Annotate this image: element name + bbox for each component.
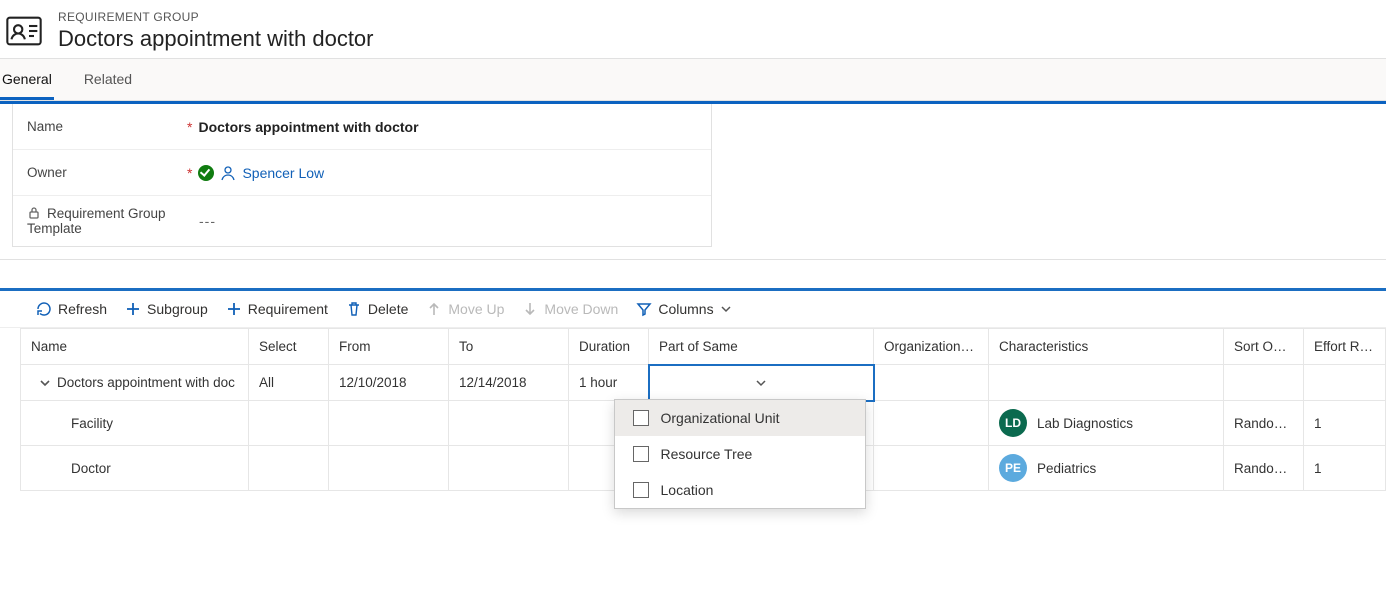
form-row-template: Requirement Group Template --- bbox=[13, 196, 711, 246]
delete-button[interactable]: Delete bbox=[346, 301, 408, 317]
col-header-select[interactable]: Select bbox=[249, 329, 329, 365]
cell-select[interactable]: All bbox=[249, 365, 329, 401]
cell-partsame[interactable] bbox=[649, 365, 874, 401]
arrow-up-icon bbox=[426, 301, 442, 317]
checkbox-icon bbox=[633, 482, 649, 498]
cell-characteristics[interactable]: PE Pediatrics bbox=[989, 446, 1224, 491]
header-entity-label: REQUIREMENT GROUP bbox=[58, 10, 374, 24]
avatar: PE bbox=[999, 454, 1027, 482]
refresh-icon bbox=[36, 301, 52, 317]
cell-characteristics[interactable]: LD Lab Diagnostics bbox=[989, 401, 1224, 446]
trash-icon bbox=[346, 301, 362, 317]
filter-icon bbox=[636, 301, 652, 317]
col-header-sort[interactable]: Sort Option bbox=[1224, 329, 1304, 365]
cell-duration[interactable]: 1 hour bbox=[569, 365, 649, 401]
form-row-owner: Owner * Spencer Low bbox=[13, 150, 711, 196]
cell-from[interactable]: 12/10/2018 bbox=[329, 365, 449, 401]
cell-sort[interactable]: Randomize bbox=[1224, 446, 1304, 491]
cell-select[interactable] bbox=[249, 401, 329, 446]
required-marker: * bbox=[187, 119, 192, 135]
row-name: Doctor bbox=[71, 461, 111, 476]
plus-icon bbox=[125, 301, 141, 317]
chevron-down-icon bbox=[720, 303, 732, 315]
cell-to[interactable] bbox=[449, 446, 569, 491]
col-header-partsame[interactable]: Part of Same bbox=[649, 329, 874, 365]
cell-orgunit[interactable] bbox=[874, 401, 989, 446]
requirement-group-icon bbox=[4, 11, 44, 51]
page-title: Doctors appointment with doctor bbox=[58, 26, 374, 52]
name-field[interactable]: Doctors appointment with doctor bbox=[198, 119, 418, 135]
col-header-duration[interactable]: Duration bbox=[569, 329, 649, 365]
checkbox-icon bbox=[633, 446, 649, 462]
owner-label: Owner bbox=[27, 165, 187, 180]
cell-orgunit[interactable] bbox=[874, 446, 989, 491]
col-header-from[interactable]: From bbox=[329, 329, 449, 365]
characteristic-name: Pediatrics bbox=[1037, 461, 1096, 476]
col-header-to[interactable]: To bbox=[449, 329, 569, 365]
cell-to[interactable]: 12/14/2018 bbox=[449, 365, 569, 401]
characteristic-name: Lab Diagnostics bbox=[1037, 416, 1133, 431]
refresh-button[interactable]: Refresh bbox=[36, 301, 107, 317]
arrow-down-icon bbox=[522, 301, 538, 317]
col-header-characteristics[interactable]: Characteristics bbox=[989, 329, 1224, 365]
col-header-orgunit[interactable]: Organizational Unit bbox=[874, 329, 989, 365]
movedown-button: Move Down bbox=[522, 301, 618, 317]
form-section-border: Name * Doctors appointment with doctor O… bbox=[0, 101, 1386, 260]
cell-sort[interactable]: Randomize bbox=[1224, 401, 1304, 446]
grid-header-row: Name Select From To Duration Part of Sam… bbox=[21, 329, 1386, 365]
dropdown-option-resource-tree[interactable]: Resource Tree bbox=[615, 436, 865, 472]
tab-bar: General Related bbox=[0, 59, 1386, 101]
dropdown-option-org-unit[interactable]: Organizational Unit bbox=[615, 400, 865, 436]
subgroup-button[interactable]: Subgroup bbox=[125, 301, 208, 317]
cell-to[interactable] bbox=[449, 401, 569, 446]
name-label: Name bbox=[27, 119, 187, 134]
row-name: Doctors appointment with doc bbox=[57, 375, 235, 390]
cell-sort[interactable] bbox=[1224, 365, 1304, 401]
avatar: LD bbox=[999, 409, 1027, 437]
grid-section: Refresh Subgroup Requirement Delete Move… bbox=[0, 288, 1386, 491]
cell-select[interactable] bbox=[249, 446, 329, 491]
chevron-down-icon[interactable] bbox=[39, 377, 51, 389]
col-header-effort[interactable]: Effort Require bbox=[1304, 329, 1386, 365]
required-marker: * bbox=[187, 165, 192, 181]
partsame-dropdown[interactable]: Organizational Unit Resource Tree Locati… bbox=[614, 399, 866, 509]
lock-icon bbox=[27, 206, 41, 220]
cell-from[interactable] bbox=[329, 446, 449, 491]
cell-effort[interactable] bbox=[1304, 365, 1386, 401]
moveup-button: Move Up bbox=[426, 301, 504, 317]
grid-toolbar: Refresh Subgroup Requirement Delete Move… bbox=[0, 291, 1386, 328]
form-row-name: Name * Doctors appointment with doctor bbox=[13, 104, 711, 150]
cell-characteristics[interactable] bbox=[989, 365, 1224, 401]
table-row[interactable]: Doctors appointment with doc All 12/10/2… bbox=[21, 365, 1386, 401]
template-label: Requirement Group Template bbox=[27, 206, 187, 236]
owner-field[interactable]: Spencer Low bbox=[242, 165, 324, 181]
columns-button[interactable]: Columns bbox=[636, 301, 731, 317]
cell-from[interactable] bbox=[329, 401, 449, 446]
row-name: Facility bbox=[71, 416, 113, 431]
template-field: --- bbox=[199, 213, 216, 229]
cell-orgunit[interactable] bbox=[874, 365, 989, 401]
dropdown-option-location[interactable]: Location bbox=[615, 472, 865, 508]
cell-effort[interactable]: 1 bbox=[1304, 401, 1386, 446]
cell-effort[interactable]: 1 bbox=[1304, 446, 1386, 491]
checkbox-icon bbox=[633, 410, 649, 426]
plus-icon bbox=[226, 301, 242, 317]
col-header-name[interactable]: Name bbox=[21, 329, 249, 365]
person-icon bbox=[220, 165, 236, 181]
tab-related[interactable]: Related bbox=[82, 59, 134, 100]
tab-general[interactable]: General bbox=[0, 59, 54, 100]
chevron-down-icon bbox=[755, 377, 767, 389]
requirement-button[interactable]: Requirement bbox=[226, 301, 328, 317]
page-header: REQUIREMENT GROUP Doctors appointment wi… bbox=[0, 0, 1386, 59]
verified-icon bbox=[198, 165, 214, 181]
